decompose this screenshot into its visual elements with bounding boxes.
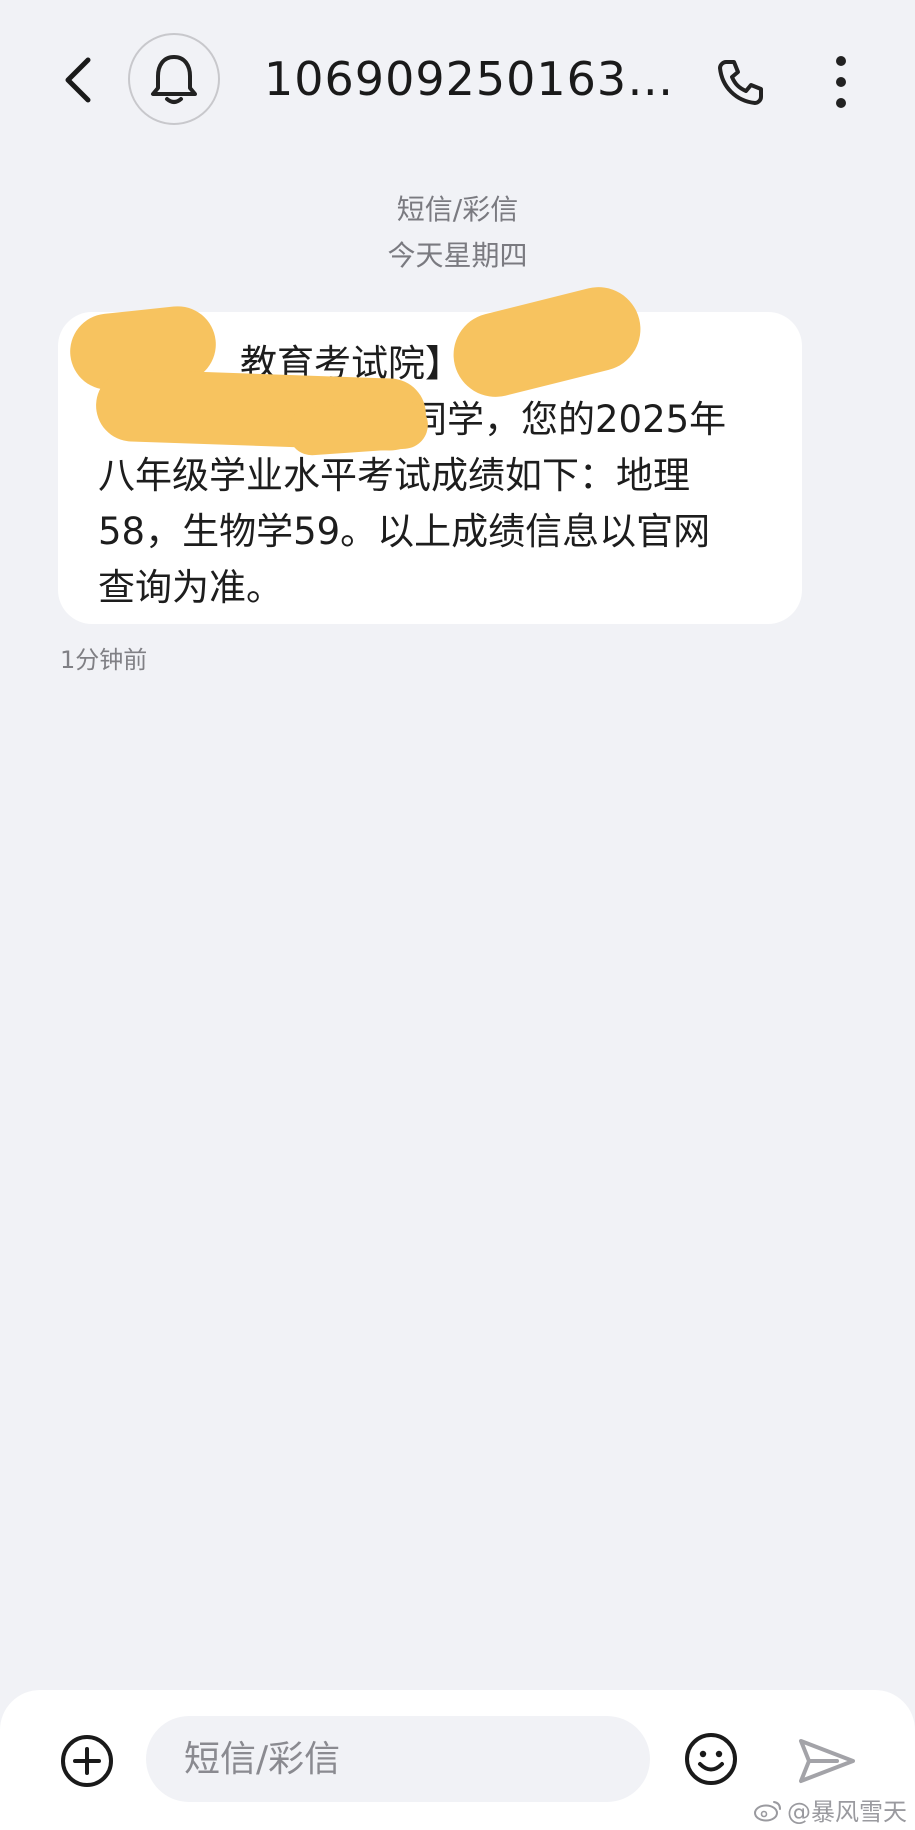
date-separator: 今天星期四	[387, 239, 528, 272]
phone-icon	[718, 60, 763, 105]
back-button[interactable]	[48, 50, 108, 110]
message-line-2: 同学，您的2025年	[410, 398, 727, 441]
attach-button[interactable]	[58, 1732, 116, 1790]
send-button[interactable]	[796, 1730, 858, 1792]
contact-avatar[interactable]	[128, 33, 220, 125]
watermark: @暴风雪天	[753, 1792, 907, 1827]
message-timestamp: 1分钟前	[60, 646, 148, 674]
message-line-5: 查询为准。	[98, 566, 283, 609]
send-icon	[799, 1739, 855, 1783]
more-vertical-icon	[836, 56, 846, 108]
message-line-3: 八年级学业水平考试成绩如下：地理	[98, 454, 690, 497]
emoji-icon	[685, 1733, 737, 1785]
watermark-text: @暴风雪天	[787, 1798, 907, 1826]
more-options-button[interactable]	[816, 48, 866, 116]
call-button[interactable]	[708, 50, 772, 114]
redaction-mark	[286, 399, 430, 457]
message-line-4: 58，生物学59。以上成绩信息以官网	[98, 510, 711, 553]
channel-label: 短信/彩信	[396, 193, 519, 226]
bell-icon	[151, 55, 197, 104]
redaction-mark	[444, 278, 650, 406]
message-input[interactable]	[146, 1716, 650, 1802]
weibo-icon	[754, 1800, 781, 1821]
message-bubble[interactable]: 教育考试院】 同学，您的2025年 八年级学业水平考试成绩如下：地理 58，生物…	[58, 278, 802, 624]
chevron-left-icon	[65, 57, 91, 103]
emoji-button[interactable]	[682, 1730, 740, 1788]
sender-number: 1069092501630…	[264, 52, 674, 106]
plus-circle-icon	[61, 1735, 113, 1787]
conversation-header: 1069092501630…	[0, 0, 915, 160]
